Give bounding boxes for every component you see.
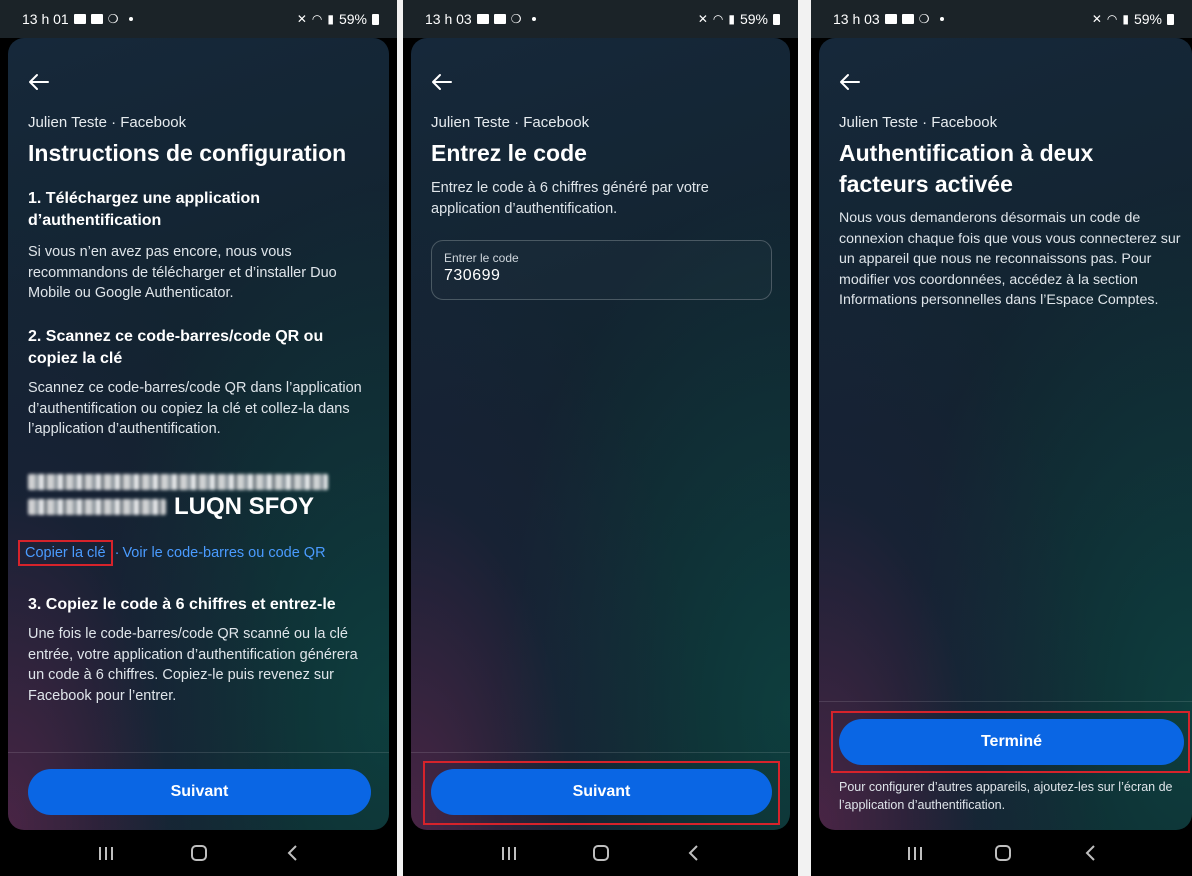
home-icon[interactable] <box>593 845 610 861</box>
battery-icon <box>1167 13 1174 25</box>
mute-icon: ✕ <box>296 12 307 26</box>
phone-screen-2fa-enabled: 13 h 03 ❍ ✕ ◠ ▮ 59% Julien Teste · Faceb… <box>811 0 1192 876</box>
status-bar: 13 h 03 ❍ ✕ ◠ ▮ 59% <box>811 0 1192 38</box>
next-button[interactable]: Suivant <box>431 769 772 815</box>
recent-apps-icon[interactable] <box>99 846 114 860</box>
battery-level: 59% <box>338 11 367 27</box>
page-title: Entrez le code <box>431 140 587 166</box>
enter-code-sheet: Julien Teste · Facebook Entrez le code E… <box>411 38 790 830</box>
home-icon[interactable] <box>191 845 208 861</box>
back-nav-icon[interactable] <box>687 844 699 862</box>
blurred-key-part <box>28 499 166 515</box>
status-time: 13 h 03 <box>833 11 880 27</box>
battery-level: 59% <box>1133 11 1162 27</box>
code-input-label: Entrer le code <box>444 251 519 265</box>
page-title: Instructions de configuration <box>28 140 347 166</box>
android-nav-bar <box>403 830 798 876</box>
account-label: Julien Teste · Facebook <box>28 114 187 131</box>
view-qr-link[interactable]: Voir le code-barres ou code QR <box>122 545 325 561</box>
battery-icon <box>773 13 780 25</box>
footer-divider <box>411 752 790 753</box>
more-notifications-dot-icon <box>129 17 134 21</box>
messenger-notification-icon: ❍ <box>510 12 522 26</box>
wifi-icon: ◠ <box>311 12 323 26</box>
gallery-notification-icon <box>73 14 86 24</box>
2fa-description: Nous vous demanderons désormais un code … <box>839 210 1181 308</box>
wifi-icon: ◠ <box>712 12 724 26</box>
account-label: Julien Teste · Facebook <box>431 114 590 131</box>
footer-divider <box>8 752 389 753</box>
back-arrow-icon[interactable] <box>431 72 453 92</box>
recent-apps-icon[interactable] <box>907 846 922 860</box>
battery-icon <box>372 13 379 25</box>
android-nav-bar <box>0 830 397 876</box>
code-input[interactable]: Entrer le code 730699 <box>431 240 772 300</box>
signal-icon: ▮ <box>1122 12 1129 26</box>
back-arrow-icon[interactable] <box>839 72 861 92</box>
mute-icon: ✕ <box>1091 12 1102 26</box>
2fa-enabled-sheet: Julien Teste · Facebook Authentification… <box>819 38 1192 830</box>
android-nav-bar <box>811 830 1192 876</box>
gallery-notification-icon <box>476 14 489 24</box>
status-time: 13 h 03 <box>425 11 472 27</box>
more-notifications-dot-icon <box>532 17 537 21</box>
step2-text: Scannez ce code-barres/code QR dans l’ap… <box>28 380 362 437</box>
step3-heading: 3. Copiez le code à 6 chiffres et entrez… <box>28 596 336 613</box>
account-label: Julien Teste · Facebook <box>839 114 998 131</box>
code-input-value[interactable]: 730699 <box>444 265 759 287</box>
step1-text: Si vous n’en avez pas encore, nous vous … <box>28 244 337 301</box>
recent-apps-icon[interactable] <box>501 846 516 860</box>
enter-code-description: Entrez le code à 6 chiffres généré par v… <box>431 180 709 217</box>
secret-key: LUQN SFOY <box>28 474 348 524</box>
message-notification-icon <box>901 14 914 24</box>
next-button[interactable]: Suivant <box>28 769 371 815</box>
step3-text: Une fois le code-barres/code QR scanné o… <box>28 626 358 704</box>
signal-icon: ▮ <box>327 12 334 26</box>
blurred-key-part <box>28 474 328 490</box>
wifi-icon: ◠ <box>1106 12 1118 26</box>
page-title: Authentification à deux facteurs activée <box>839 140 1094 197</box>
status-bar: 13 h 01 ❍ ✕ ◠ ▮ 59% <box>0 0 397 38</box>
back-nav-icon[interactable] <box>286 844 298 862</box>
done-button[interactable]: Terminé <box>839 719 1184 765</box>
other-devices-note: Pour configurer d’autres appareils, ajou… <box>839 780 1173 812</box>
messenger-notification-icon: ❍ <box>918 12 930 26</box>
more-notifications-dot-icon <box>940 17 945 21</box>
step1-heading: 1. Téléchargez une application d’authent… <box>28 190 261 229</box>
back-arrow-icon[interactable] <box>28 72 50 92</box>
messenger-notification-icon: ❍ <box>107 12 119 26</box>
copy-key-link[interactable]: Copier la clé <box>18 540 113 566</box>
status-time: 13 h 01 <box>22 11 69 27</box>
gallery-notification-icon <box>884 14 897 24</box>
mute-icon: ✕ <box>697 12 708 26</box>
key-visible-part: LUQN SFOY <box>174 493 315 520</box>
signal-icon: ▮ <box>728 12 735 26</box>
footer-divider <box>819 701 1192 702</box>
message-notification-icon <box>90 14 103 24</box>
message-notification-icon <box>493 14 506 24</box>
phone-screen-instructions: 13 h 01 ❍ ✕ ◠ ▮ 59% Julien Teste · Faceb… <box>0 0 397 876</box>
home-icon[interactable] <box>994 845 1011 861</box>
link-separator: · <box>114 545 120 561</box>
status-bar: 13 h 03 ❍ ✕ ◠ ▮ 59% <box>403 0 798 38</box>
phone-screen-enter-code: 13 h 03 ❍ ✕ ◠ ▮ 59% Julien Teste · Faceb… <box>403 0 798 876</box>
key-actions: Copier la clé · Voir le code-barres ou c… <box>18 540 326 566</box>
setup-sheet: Julien Teste · Facebook Instructions de … <box>8 38 389 830</box>
back-nav-icon[interactable] <box>1084 844 1096 862</box>
step2-heading: 2. Scannez ce code-barres/code QR ou cop… <box>28 328 324 367</box>
battery-level: 59% <box>739 11 768 27</box>
